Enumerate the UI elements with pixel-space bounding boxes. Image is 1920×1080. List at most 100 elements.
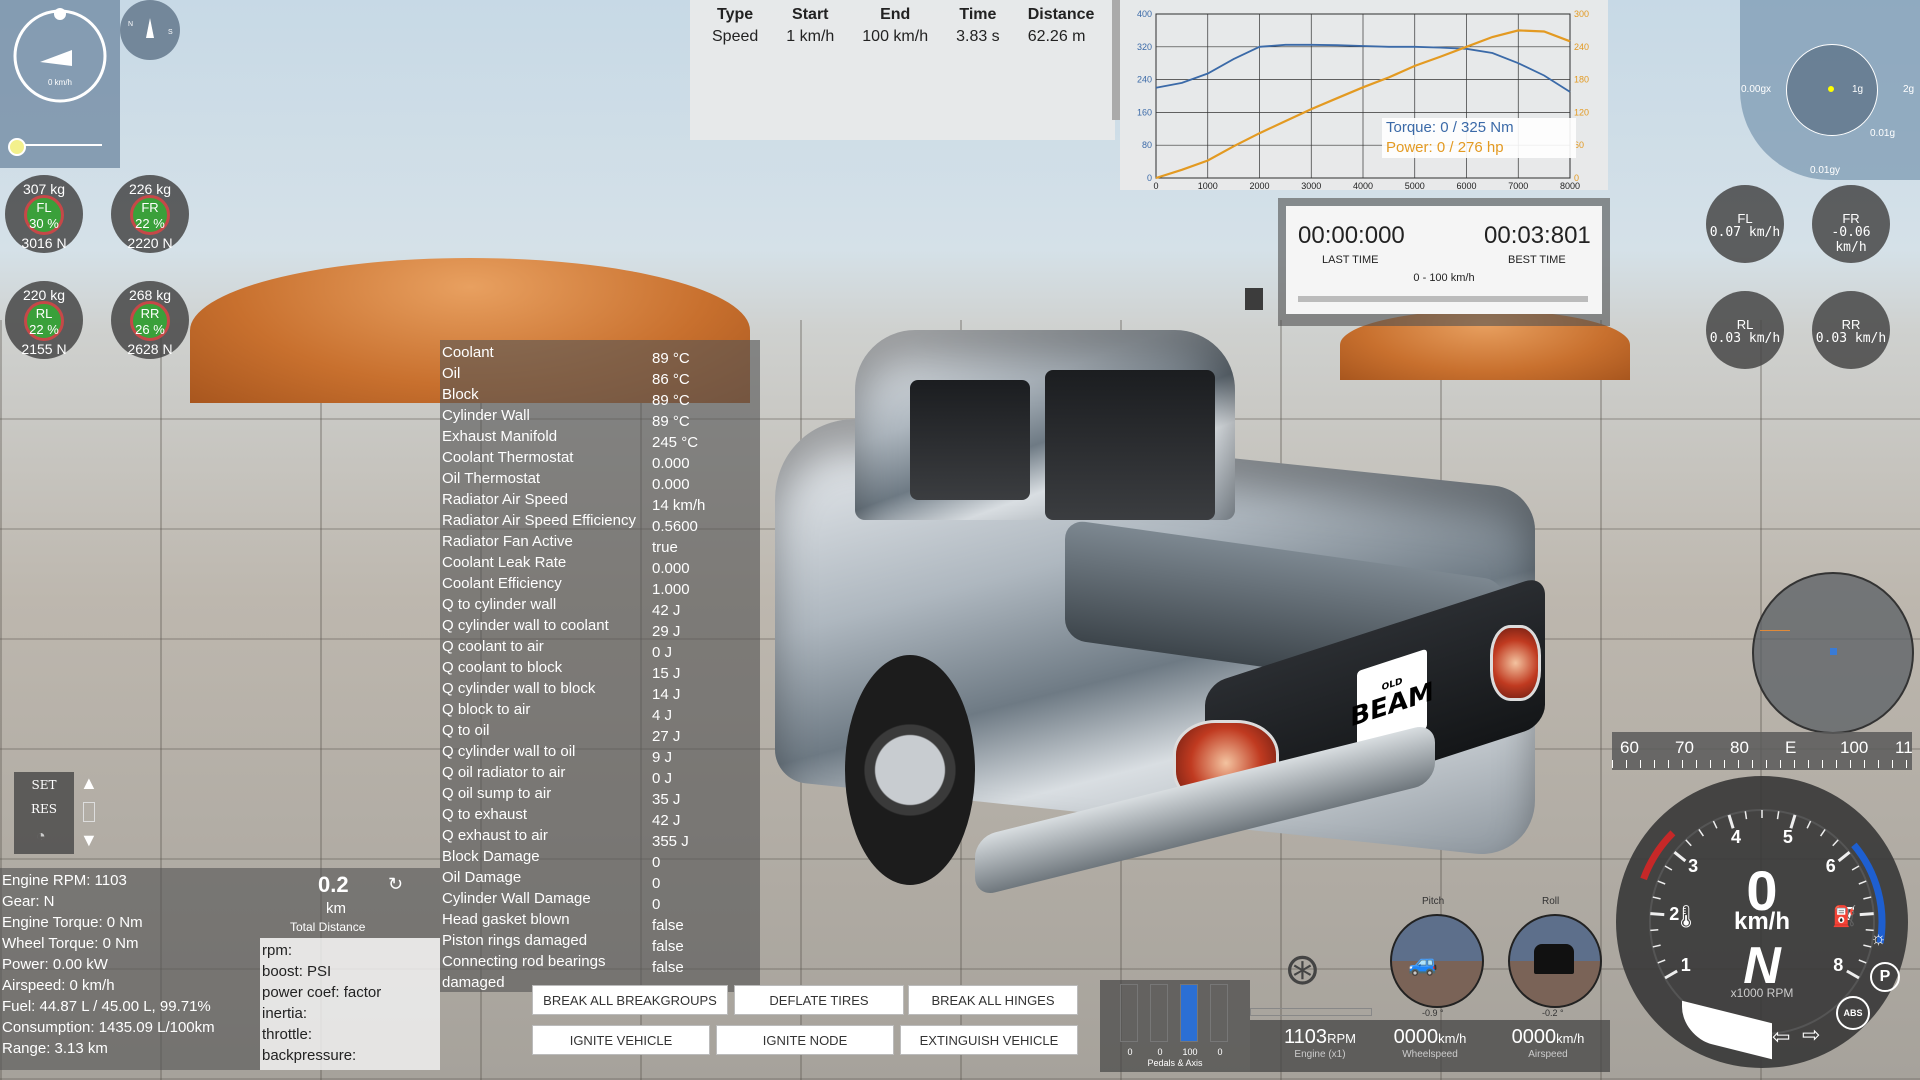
engine-data-row: Oil Thermostat 0.000 — [442, 468, 760, 493]
heading-tape-label: 60 — [1620, 738, 1639, 757]
acceleration-timing-panel: Type Start End Time Distance Speed 1 km/… — [690, 0, 1115, 140]
tachometer: 12345678 0 km/h N x1000 RPM 🌡 ⛽ ☼ P ABS … — [1612, 772, 1912, 1072]
tach-scale-label: 5 — [1782, 826, 1793, 847]
extinguish-vehicle-button[interactable]: EXTINGUISH VEHICLE — [900, 1025, 1078, 1055]
x-tick-label: 1000 — [1198, 181, 1218, 190]
g-label-x: 0.00gx — [1741, 84, 1772, 95]
tire-rr-force: 2628 N — [127, 341, 173, 357]
turbo-panel: rpm: boost: PSI power coef: factor inertia:… — [260, 938, 440, 1070]
engine-data-label: Cylinder Wall — [442, 407, 530, 424]
engine-data-label: Q oil radiator to air — [442, 764, 566, 781]
engine-data-label: Q cylinder wall to block — [442, 680, 596, 697]
readout-airspeed-unit: km/h — [1556, 1031, 1585, 1046]
reset-trip-icon[interactable]: ↻ — [388, 874, 403, 895]
pedal-value: 0 — [1217, 1047, 1223, 1057]
vehicle[interactable]: OLD BEAM — [735, 300, 1555, 920]
engine-data-row: Q oil sump to air 35 J — [442, 783, 760, 808]
wheel-speed-fr: FR -0.06 km/h — [1812, 185, 1890, 263]
cruise-speed-slot — [83, 802, 95, 822]
engine-data-row: Radiator Air Speed 14 km/h — [442, 489, 760, 514]
engine-data-row: Q to exhaust 42 J — [442, 804, 760, 829]
tire-fr-indicator: FR 22 % — [130, 195, 170, 235]
turbo-stat-row: inertia: — [262, 1005, 308, 1022]
cruise-resume-button[interactable]: RES — [20, 802, 68, 822]
turn-signal-right-icon: ⇨ — [1802, 1022, 1821, 1047]
vehicle-stat-row: Range: 3.13 km — [2, 1040, 108, 1057]
minimap[interactable] — [1752, 572, 1914, 734]
minimap-player-icon — [1830, 648, 1837, 655]
best-time-value: 00:03:801 — [1484, 222, 1591, 249]
wheel-speed-panel: FL 0.07 km/h FR -0.06 km/h RL 0.03 km/h … — [1706, 185, 1916, 390]
trip-distance-value: 0.2 — [318, 872, 349, 897]
g-label-2g: 2g — [1903, 84, 1915, 95]
digital-readouts-panel: 1103RPM Engine (x1) 0000km/h Wheelspeed … — [1250, 1020, 1610, 1072]
col-header-distance: Distance — [1027, 6, 1095, 23]
timer-progress — [1298, 296, 1588, 302]
engine-data-label: Coolant Efficiency — [442, 575, 562, 592]
engine-data-label: Coolant — [442, 344, 494, 361]
engine-data-label: Q cylinder wall to oil — [442, 743, 576, 760]
heading-tape-ticks — [1612, 760, 1912, 768]
ignite-node-button[interactable]: IGNITE NODE — [716, 1025, 894, 1055]
tire-load-fr: 226 kg FR 22 % 2220 N — [111, 175, 189, 253]
wheel-fl-speed: 0.07 km/h — [1709, 225, 1781, 240]
throttle-slider-handle[interactable] — [8, 138, 26, 156]
cell-time: 3.83 s — [956, 28, 1000, 45]
engine-data-row: Head gasket blown false — [442, 909, 760, 934]
engine-data-label: Radiator Fan Active — [442, 533, 573, 550]
table-scrollbar[interactable] — [1112, 0, 1120, 120]
cruise-set-button[interactable]: SET — [20, 778, 68, 798]
torque-power-chart: 0 1000 2000 3000 4000 5000 6000 7000 80004003202… — [1137, 9, 1589, 191]
tire-load-panel: 307 kg FL 30 % 3016 N 226 kg FR 22 % 2220 … — [5, 175, 215, 380]
svg-text:S: S — [168, 29, 173, 36]
tire-rr-indicator: RR 26 % — [130, 301, 170, 341]
tire-rl-label: RL — [35, 306, 53, 321]
roll-label: Roll — [1542, 896, 1560, 907]
readout-engine-value: 1103 — [1284, 1026, 1328, 1048]
trip-distance-unit: km — [326, 900, 346, 917]
g-label-1g: 1g — [1852, 84, 1864, 95]
compass-needle-icon: N S — [128, 18, 173, 38]
vehicle-stats-list: Engine RPM: 1103 Gear: N Engine Torque: 0 … — [0, 868, 260, 1059]
turbo-data-list: rpm: boost: PSI power coef: factor inertia:… — [260, 938, 440, 1066]
engine-data-label: Q coolant to block — [442, 659, 563, 676]
vehicle-stats-panel: Engine RPM: 1103 Gear: N Engine Torque: 0 … — [0, 868, 260, 1070]
turn-signal-left-icon: ⇦ — [1772, 1024, 1791, 1049]
heading-tape-label: 70 — [1675, 738, 1694, 757]
y-left-tick-label: 160 — [1137, 107, 1152, 117]
engine-data-label: Exhaust Manifold — [442, 428, 558, 445]
cruise-decrease-icon[interactable]: ▼ — [80, 830, 98, 851]
engine-data-label: Q coolant to air — [442, 638, 544, 655]
readout-engine-unit: RPM — [1327, 1031, 1356, 1046]
y-right-tick-label: 240 — [1574, 42, 1589, 52]
legend-torque: Torque: 0 / 325 Nm — [1386, 119, 1514, 136]
engine-data-row: Cylinder Wall 89 °C — [442, 405, 760, 430]
x-tick-label: 3000 — [1301, 181, 1321, 190]
break-all-hinges-button[interactable]: BREAK ALL HINGES — [908, 985, 1078, 1015]
cruise-increase-icon[interactable]: ▲ — [80, 773, 98, 794]
ignite-vehicle-button[interactable]: IGNITE VEHICLE — [532, 1025, 710, 1055]
engine-data-label: Oil — [442, 365, 461, 382]
parking-brake-indicator: P — [1870, 962, 1900, 992]
break-all-breakgroups-button[interactable]: BREAK ALL BREAKGROUPS — [532, 985, 728, 1015]
col-header-time: Time — [959, 6, 997, 23]
engine-data-value: false — [652, 959, 684, 976]
g-label-y: 0.01gy — [1810, 165, 1841, 176]
readout-airspeed: 0000km/h Airspeed — [1498, 1026, 1598, 1060]
readout-wheelspeed: 0000km/h Wheelspeed — [1380, 1026, 1480, 1060]
readout-wheelspeed-unit: km/h — [1438, 1031, 1467, 1046]
engine-data-row: Q cylinder wall to coolant 29 J — [442, 615, 760, 640]
deflate-tires-button[interactable]: DEFLATE TIRES — [734, 985, 904, 1015]
steering-wheel-icon: ⊛ — [1284, 945, 1321, 994]
engine-data-row: Block Damage 0 — [442, 846, 760, 871]
cell-type: Speed — [712, 28, 759, 45]
table-row: Speed 1 km/h 100 km/h 3.83 s 62.26 m — [698, 26, 1108, 48]
pedal-bar: 100 — [1180, 984, 1198, 1057]
pedal-bar-fill — [1181, 985, 1197, 1041]
wheel-rl-label: RL — [1736, 317, 1754, 332]
x-tick-label: 6000 — [1456, 181, 1476, 190]
x-tick-label: 0 — [1153, 181, 1158, 190]
y-left-tick-label: 400 — [1137, 9, 1152, 19]
readout-airspeed-value: 0000 — [1511, 1026, 1557, 1048]
wheel-speed-fl: FL 0.07 km/h — [1706, 185, 1784, 263]
